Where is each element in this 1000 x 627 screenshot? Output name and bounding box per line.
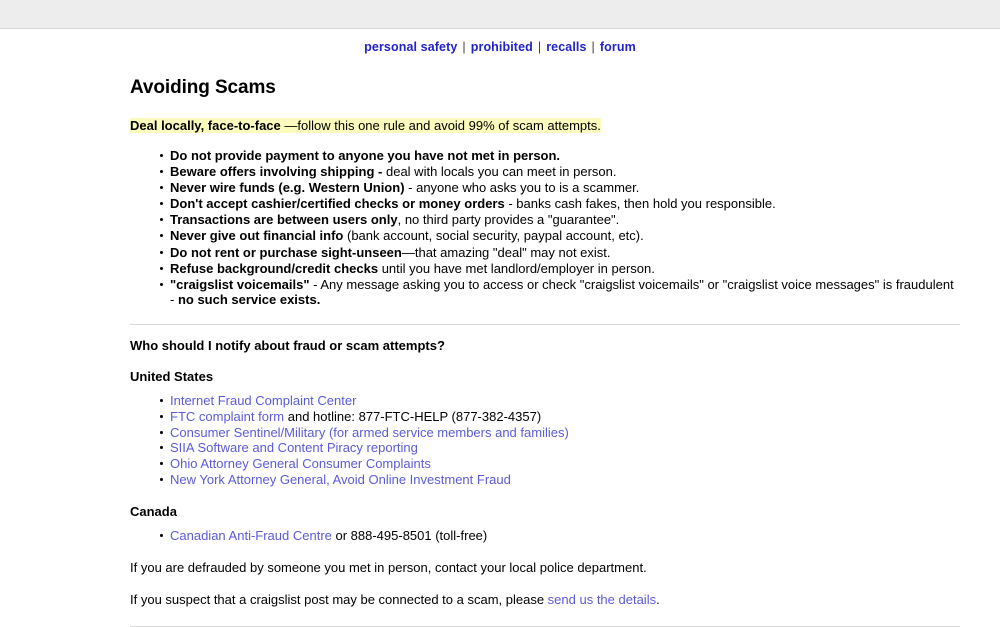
paragraph-text: If you suspect that a craigslist post ma… — [130, 591, 548, 607]
list-item: Internet Fraud Complaint Center — [160, 393, 960, 409]
nav-separator-1: | — [462, 40, 466, 54]
rule-text: until you have met landlord/employer in … — [378, 260, 655, 276]
key-rule-banner: Deal locally, face-to-face —follow this … — [130, 117, 960, 134]
united-states-links: Internet Fraud Complaint Center FTC comp… — [130, 393, 960, 488]
link-ftc-complaint-form[interactable]: FTC complaint form — [170, 409, 284, 424]
divider-top — [130, 323, 960, 325]
rule-item: Don't accept cashier/certified checks or… — [160, 196, 960, 212]
rule-item: "craigslist voicemails" - Any message as… — [160, 277, 960, 308]
list-item-text: and hotline: 877-FTC-HELP (877-382-4357) — [284, 408, 542, 424]
page-body: personal safety | prohibited | recalls | forum… — [0, 29, 1000, 627]
nav-item-prohibited[interactable]: prohibited — [471, 40, 533, 54]
rule-text: (bank account, social security, paypal a… — [343, 228, 644, 244]
rule-item: Do not rent or purchase sight-unseen—tha… — [160, 245, 960, 261]
rule-bold: Beware offers involving shipping - — [170, 164, 383, 180]
rule-bold: Never wire funds (e.g. Western Union) — [170, 180, 405, 196]
nav-separator-2: | — [537, 40, 542, 54]
rule-text: deal with locals you can meet in person. — [382, 164, 617, 180]
browser-top-bar — [0, 0, 1000, 29]
nav-item-recalls[interactable]: recalls — [546, 40, 586, 54]
link-new-york-attorney-general[interactable]: New York Attorney General, Avoid Online … — [170, 472, 511, 487]
rule-bold: Transactions are between users only — [170, 212, 398, 228]
nav-item-personal-safety[interactable]: personal safety — [364, 40, 457, 54]
rule-bold: Do not rent or purchase sight-unseen — [170, 244, 402, 260]
paragraph-report-scam: If you suspect that a craigslist post ma… — [130, 592, 960, 608]
paragraph-text: If you are defrauded by someone you met … — [130, 559, 647, 575]
rule-item: Refuse background/credit checks until yo… — [160, 261, 960, 277]
list-item: New York Attorney General, Avoid Online … — [160, 472, 960, 488]
link-internet-fraud-complaint-center[interactable]: Internet Fraud Complaint Center — [170, 393, 356, 408]
rule-item: Beware offers involving shipping - deal … — [160, 164, 960, 180]
list-item: Ohio Attorney General Consumer Complaint… — [160, 456, 960, 472]
list-item: Consumer Sentinel/Military (for armed se… — [160, 425, 960, 441]
rule-item: Do not provide payment to anyone you hav… — [160, 148, 960, 164]
list-item: FTC complaint form and hotline: 877-FTC-… — [160, 409, 960, 425]
divider-bottom — [130, 625, 960, 627]
link-ohio-attorney-general[interactable]: Ohio Attorney General Consumer Complaint… — [170, 456, 431, 471]
link-send-us-the-details[interactable]: send us the details — [548, 592, 656, 607]
rule-text: —that amazing "deal" may not exist. — [401, 244, 611, 260]
key-rule-bold: Deal locally, face-to-face — [130, 118, 281, 133]
rule-bold-tail: no such service exists. — [177, 292, 321, 308]
paragraph-police: If you are defrauded by someone you met … — [130, 560, 960, 576]
rule-text: , no third party provides a "guarantee". — [397, 212, 620, 228]
rule-bold: "craigslist voicemails" — [170, 276, 310, 292]
rule-bold: Refuse background/credit checks — [170, 260, 379, 276]
link-consumer-sentinel-military[interactable]: Consumer Sentinel/Military (for armed se… — [170, 425, 569, 440]
nav-item-forum[interactable]: forum — [600, 40, 636, 54]
rule-item: Transactions are between users only, no … — [160, 212, 960, 228]
fraud-question-heading: Who should I notify about fraud or scam … — [130, 337, 445, 353]
list-item: SIIA Software and Content Piracy reporti… — [160, 440, 960, 456]
key-rule-text: —follow this one rule and avoid 99% of s… — [280, 118, 601, 133]
page-title: Avoiding Scams — [130, 77, 276, 98]
rule-bold: Do not provide payment to anyone you hav… — [170, 148, 561, 163]
rule-item: Never give out financial info (bank acco… — [160, 228, 960, 244]
list-item-text: or 888-495-8501 (toll-free) — [331, 527, 488, 543]
nav-separator-3: | — [591, 40, 595, 54]
link-canadian-anti-fraud-centre[interactable]: Canadian Anti-Fraud Centre — [170, 528, 332, 543]
rule-text: - banks cash fakes, then hold you respon… — [504, 196, 776, 212]
rule-item: Never wire funds (e.g. Western Union) - … — [160, 180, 960, 196]
link-siia-piracy-reporting[interactable]: SIIA Software and Content Piracy reporti… — [170, 440, 418, 455]
rule-text: - anyone who asks you to is a scammer. — [404, 180, 640, 196]
rule-bold: Never give out financial info — [170, 228, 344, 244]
rule-bold: Don't accept cashier/certified checks or… — [170, 196, 505, 212]
top-nav: personal safety | prohibited | recalls | forum — [0, 40, 1000, 60]
main-content: Avoiding Scams Deal locally, face-to-fac… — [130, 77, 960, 627]
scam-rules-list: Do not provide payment to anyone you hav… — [130, 148, 960, 308]
section-heading-canada: Canada — [130, 503, 177, 519]
section-heading-united-states: United States — [130, 368, 214, 384]
list-item: Canadian Anti-Fraud Centre or 888-495-85… — [160, 528, 960, 544]
paragraph-text-tail: . — [656, 591, 660, 607]
canada-links: Canadian Anti-Fraud Centre or 888-495-85… — [130, 528, 960, 544]
